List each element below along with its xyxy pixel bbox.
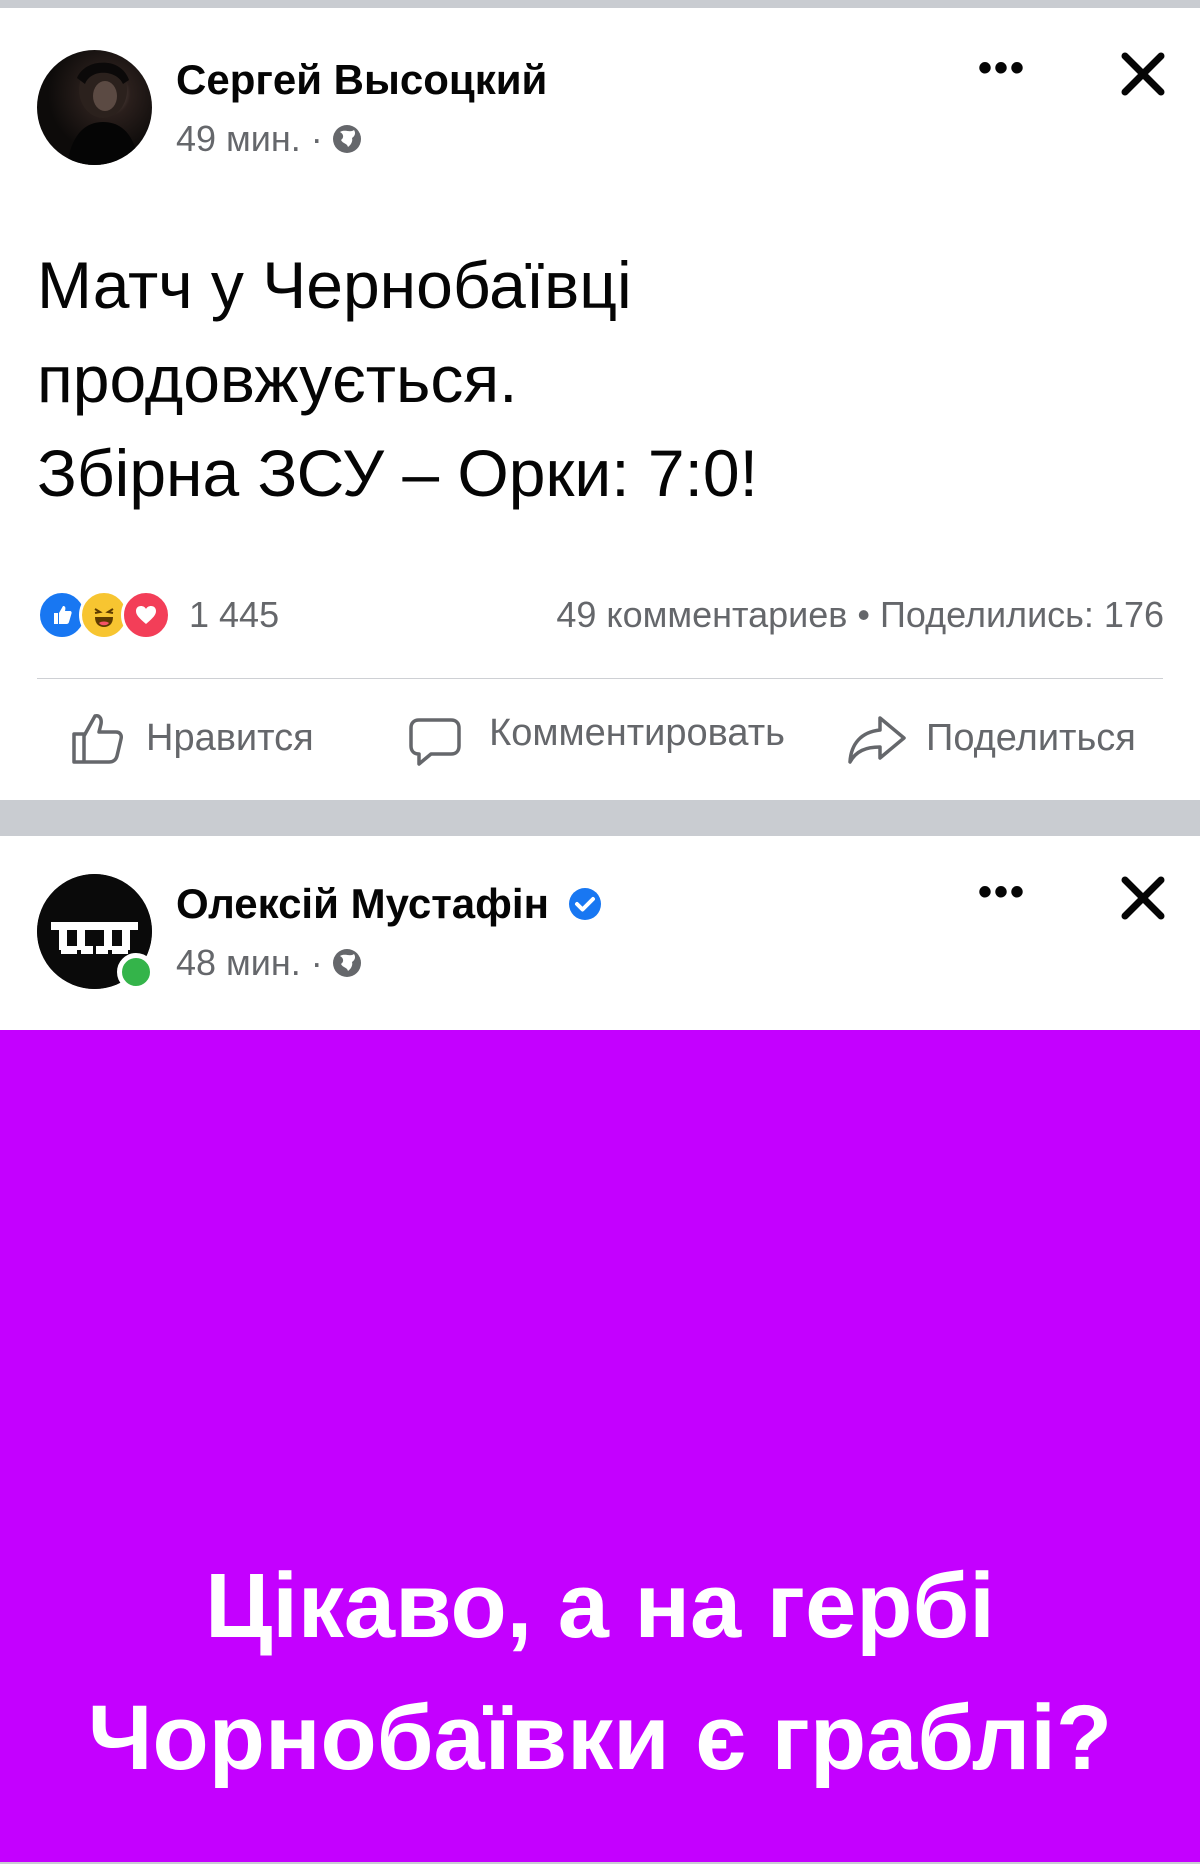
- like-button[interactable]: Нравится: [68, 708, 314, 768]
- post-text-line: Матч у Чернобаївці: [37, 248, 632, 322]
- post-text-line: Збірна ЗСУ – Орки: 7:0!: [37, 436, 758, 510]
- comment-button-label: Комментировать: [489, 712, 785, 754]
- online-indicator: [117, 953, 155, 991]
- author-avatar[interactable]: [37, 50, 152, 165]
- avatar-photo: [67, 62, 139, 165]
- post-image-text-line: Цікаво, а на гербі: [205, 1555, 995, 1657]
- close-icon[interactable]: [1115, 870, 1171, 926]
- close-icon[interactable]: [1115, 46, 1171, 102]
- reactions-count: 1 445: [189, 594, 280, 635]
- author-name[interactable]: Сергей Высоцкий: [176, 56, 547, 104]
- share-button-label: Поделиться: [926, 716, 1136, 759]
- author-name-text: Олексій Мустафін: [176, 880, 549, 927]
- post-meta: 49 мин. ·: [176, 118, 363, 160]
- share-arrow-icon: [848, 716, 906, 764]
- post-time[interactable]: 49 мин. ·: [176, 118, 323, 160]
- comment-button[interactable]: Комментировать: [405, 694, 797, 772]
- post-text: Матч у Чернобаївці продовжується. Збірна…: [37, 238, 1137, 520]
- more-options-button[interactable]: •••: [978, 48, 1026, 88]
- more-options-button[interactable]: •••: [978, 872, 1026, 912]
- comments-shares-stats[interactable]: 49 комментариев • Поделились: 176: [556, 594, 1164, 636]
- post-text-line: продовжується.: [37, 342, 518, 416]
- actions-divider: [37, 678, 1163, 679]
- share-button[interactable]: Поделиться: [846, 708, 1136, 768]
- like-button-label: Нравится: [146, 716, 314, 759]
- post-image-text: Цікаво, а на гербі Чорнобаївки є граблі?: [0, 1540, 1200, 1804]
- post-image-text-line: Чорнобаївки є граблі?: [87, 1687, 1113, 1789]
- verified-badge-icon: [568, 888, 601, 920]
- post-text-background[interactable]: Цікаво, а на гербі Чорнобаївки є граблі?: [0, 1030, 1200, 1862]
- globe-icon: [332, 125, 361, 153]
- post-card: Сергей Высоцкий 49 мин. · ••• Матч у Чер…: [0, 8, 1200, 800]
- post-meta: 48 мин. ·: [176, 942, 363, 984]
- reactions-summary[interactable]: 1 445: [37, 590, 279, 640]
- author-name[interactable]: Олексій Мустафін: [176, 880, 603, 928]
- post-time[interactable]: 48 мин. ·: [176, 942, 323, 984]
- love-reaction-icon: [121, 590, 171, 640]
- thumbs-up-icon: [72, 714, 123, 764]
- comment-bubble-icon: [409, 718, 461, 766]
- globe-icon: [332, 949, 361, 977]
- post-card: Олексій Мустафін 48 мин. · ••• Цікаво, а…: [0, 836, 1200, 1862]
